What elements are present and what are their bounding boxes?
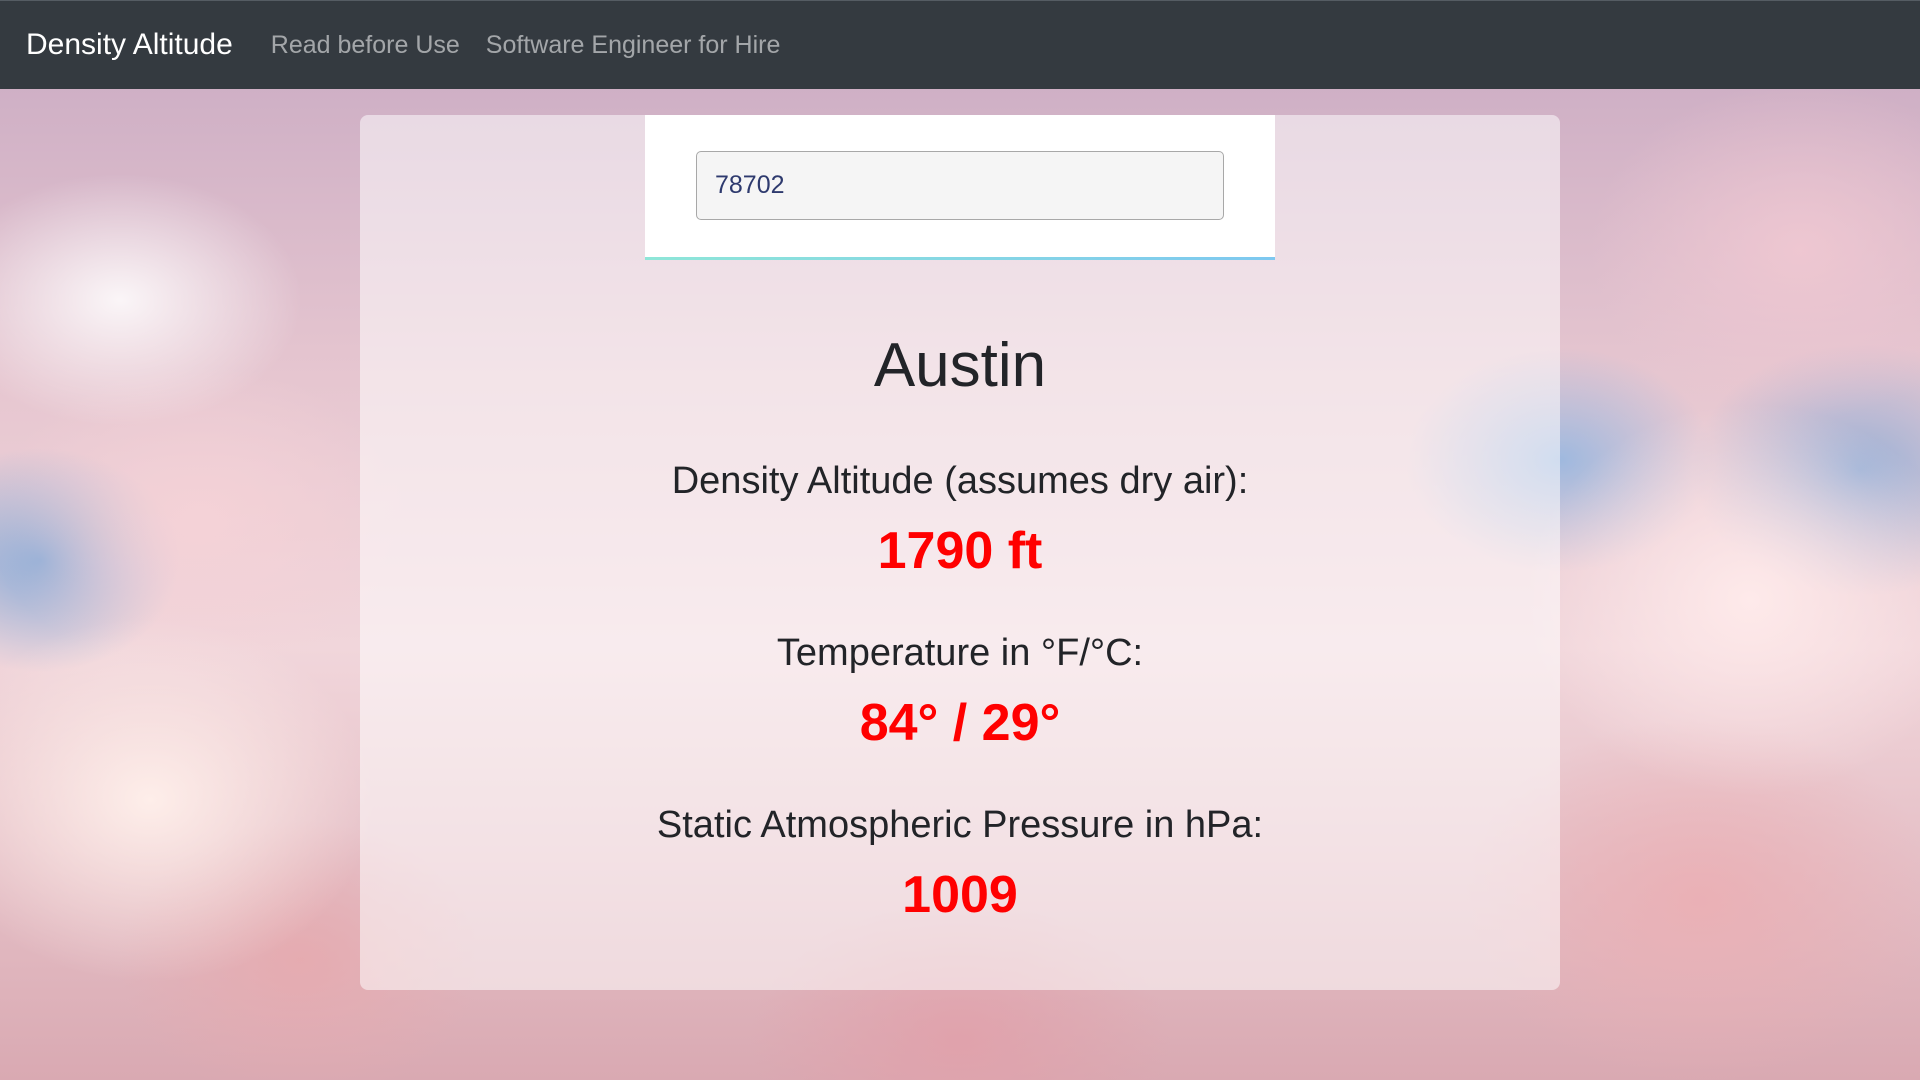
pressure-value: 1009 xyxy=(902,866,1018,924)
pressure-label: Static Atmospheric Pressure in hPa: xyxy=(656,804,1264,846)
brand-link[interactable]: Density Altitude xyxy=(26,28,233,62)
city-name: Austin xyxy=(873,331,1047,400)
zip-code-input[interactable] xyxy=(696,151,1224,220)
results-content: Austin Density Altitude (assumes dry air… xyxy=(360,320,1560,928)
temperature-value: 84° / 29° xyxy=(859,694,1061,752)
search-card xyxy=(645,115,1275,260)
density-altitude-label: Density Altitude (assumes dry air): xyxy=(671,460,1249,502)
top-navbar: Density Altitude Read before Use Softwar… xyxy=(0,0,1920,89)
temperature-label: Temperature in °F/°C: xyxy=(776,632,1144,674)
nav-link-read-before-use[interactable]: Read before Use xyxy=(271,31,460,60)
nav-link-engineer-for-hire[interactable]: Software Engineer for Hire xyxy=(486,31,781,60)
density-altitude-value: 1790 ft xyxy=(877,522,1043,580)
